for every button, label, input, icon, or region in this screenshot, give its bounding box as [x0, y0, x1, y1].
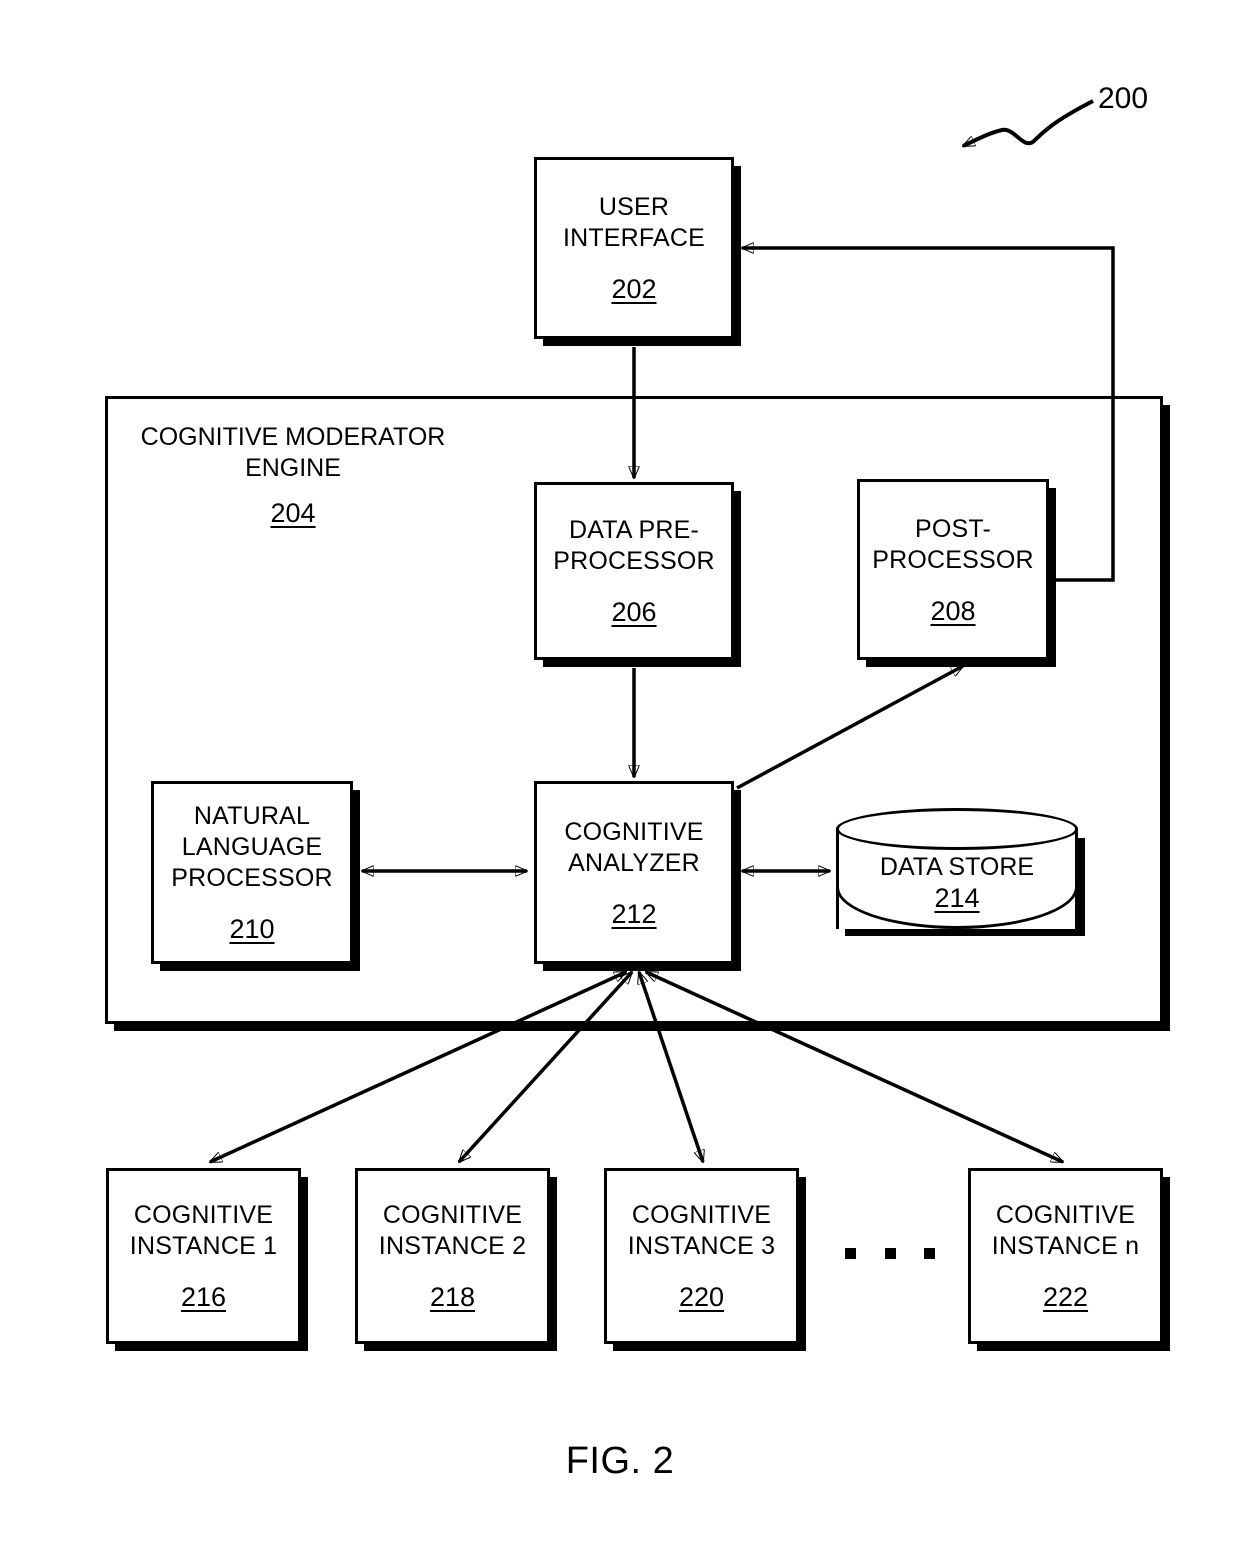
node-cognitive-instance-n[interactable]: COGNITIVE INSTANCE n 222 — [968, 1168, 1163, 1344]
node-data-store[interactable]: DATA STORE 214 — [836, 808, 1078, 950]
node-data-store-refnum: 214 — [934, 883, 980, 913]
node-cognitive-instance-1-title: COGNITIVE INSTANCE 1 — [129, 1201, 278, 1260]
data-store-cylinder-top — [836, 808, 1078, 850]
ellipsis-dot — [924, 1248, 935, 1259]
node-data-store-title: DATA STORE — [879, 853, 1035, 881]
figure-caption-number: . 2 — [630, 1440, 675, 1482]
node-cognitive-analyzer[interactable]: COGNITIVE ANALYZER 212 — [534, 781, 734, 964]
data-store-text: DATA STORE 214 — [836, 852, 1078, 914]
node-post-processor-title: POST- PROCESSOR — [872, 514, 1034, 574]
node-natural-language-processor[interactable]: NATURAL LANGUAGE PROCESSOR 210 — [151, 781, 353, 964]
node-data-preprocessor-refnum: 206 — [611, 597, 657, 627]
cognitive-moderator-engine-label: COGNITIVE MODERATOR ENGINE 204 — [133, 422, 453, 528]
node-cognitive-instance-1[interactable]: COGNITIVE INSTANCE 1 216 — [106, 1168, 301, 1344]
patent-figure-2: 200 COGNITIVE MODERATOR ENGINE 204 USER … — [0, 0, 1240, 1562]
node-cognitive-instance-2[interactable]: COGNITIVE INSTANCE 2 218 — [355, 1168, 550, 1344]
figure-caption-prefix: FIG — [565, 1440, 631, 1482]
lead-line-200 — [963, 99, 1094, 148]
node-cognitive-analyzer-title: COGNITIVE ANALYZER — [564, 817, 704, 877]
node-cognitive-instance-3[interactable]: COGNITIVE INSTANCE 3 220 — [604, 1168, 799, 1344]
reference-numeral-200: 200 — [1098, 82, 1149, 115]
node-user-interface-title: USER INTERFACE — [562, 193, 706, 252]
node-user-interface[interactable]: USER INTERFACE 202 — [534, 157, 734, 339]
node-cognitive-instance-n-refnum: 222 — [1042, 1282, 1089, 1312]
engine-title: COGNITIVE MODERATOR ENGINE — [140, 423, 446, 482]
engine-refnum: 204 — [270, 498, 316, 528]
node-cognitive-analyzer-refnum: 212 — [611, 898, 657, 929]
node-cognitive-instance-2-title: COGNITIVE INSTANCE 2 — [378, 1201, 527, 1260]
node-cognitive-instance-2-refnum: 218 — [429, 1282, 476, 1312]
node-data-preprocessor-title: DATA PRE- PROCESSOR — [553, 516, 715, 575]
node-cognitive-instance-n-title: COGNITIVE INSTANCE n — [991, 1201, 1140, 1260]
node-cognitive-instance-3-refnum: 220 — [678, 1282, 725, 1312]
ellipsis-dot — [845, 1248, 856, 1259]
node-cognitive-instance-3-title: COGNITIVE INSTANCE 3 — [627, 1201, 776, 1260]
node-data-preprocessor[interactable]: DATA PRE- PROCESSOR 206 — [534, 482, 734, 660]
ellipsis-indicator — [845, 1248, 935, 1259]
node-cognitive-instance-1-refnum: 216 — [180, 1282, 227, 1312]
ellipsis-dot — [884, 1248, 896, 1259]
node-natural-language-processor-refnum: 210 — [229, 914, 275, 944]
node-post-processor[interactable]: POST- PROCESSOR 208 — [857, 479, 1049, 660]
figure-caption: FIG. 2 — [0, 1440, 1240, 1483]
node-post-processor-refnum: 208 — [930, 595, 976, 626]
node-user-interface-refnum: 202 — [611, 274, 657, 304]
node-natural-language-processor-title: NATURAL LANGUAGE PROCESSOR — [171, 802, 333, 892]
